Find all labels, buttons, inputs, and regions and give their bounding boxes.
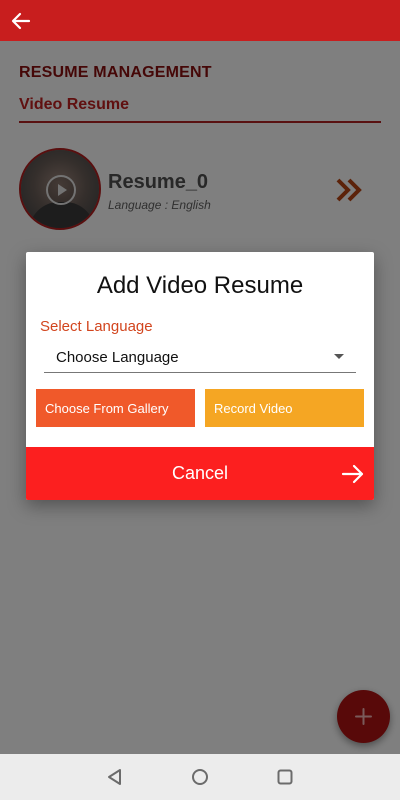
app-bar <box>0 0 400 41</box>
caret-down-icon <box>334 354 344 359</box>
arrow-left-icon[interactable] <box>9 9 33 33</box>
cancel-label: Cancel <box>171 463 229 483</box>
add-video-resume-dialog: Add Video Resume Select Language Choose … <box>26 252 374 500</box>
language-select[interactable]: Choose Language <box>44 346 356 373</box>
cancel-button[interactable]: Cancel <box>26 447 374 500</box>
system-nav-bar <box>0 754 400 800</box>
square-recents-icon[interactable] <box>273 765 297 789</box>
choose-from-gallery-button[interactable]: Choose From Gallery <box>36 389 195 427</box>
select-language-label: Select Language <box>40 318 153 335</box>
arrow-right-icon <box>341 464 364 484</box>
triangle-back-icon[interactable] <box>103 765 127 789</box>
record-video-button[interactable]: Record Video <box>205 389 364 427</box>
circle-home-icon[interactable] <box>188 765 212 789</box>
dialog-title: Add Video Resume <box>96 272 304 299</box>
language-select-value: Choose Language <box>56 349 179 366</box>
